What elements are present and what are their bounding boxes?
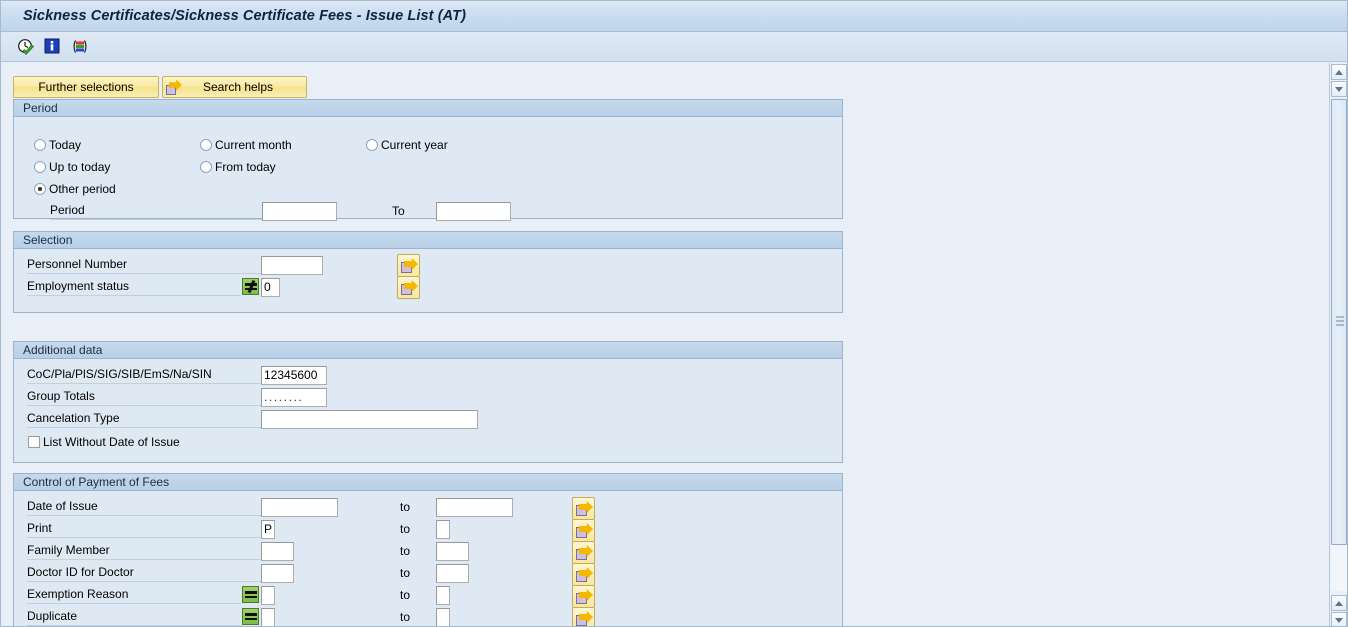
period-from-label: Period — [50, 202, 262, 220]
doctor-id-to-input[interactable] — [436, 564, 469, 583]
personnel-number-label: Personnel Number — [27, 256, 261, 274]
list-without-date-label: List Without Date of Issue — [43, 435, 180, 449]
family-member-valuehelp-button[interactable] — [572, 541, 595, 564]
personnel-number-input[interactable] — [261, 256, 323, 275]
radio-current-month-label: Current month — [215, 138, 292, 152]
print-from-input[interactable]: P — [261, 520, 275, 539]
employment-status-input[interactable]: 0 — [261, 278, 280, 297]
window-titlebar: Sickness Certificates/Sickness Certifica… — [1, 1, 1347, 32]
duplicate-from-input[interactable] — [261, 608, 275, 626]
coc-label: CoC/Pla/PlS/SIG/SIB/EmS/Na/SIN — [27, 366, 261, 384]
cancelation-type-input[interactable] — [261, 410, 478, 429]
group-totals-label: Group Totals — [27, 388, 261, 406]
employment-status-valuehelp-button[interactable] — [397, 276, 420, 299]
date-of-issue-valuehelp-button[interactable] — [572, 497, 595, 520]
coc-input[interactable]: 12345600 — [261, 366, 327, 385]
radio-current-month-circle[interactable] — [200, 139, 212, 151]
selection-screen-content: Period Today Current month Current year … — [1, 63, 1331, 626]
cancelation-type-label: Cancelation Type — [27, 410, 261, 428]
period-from-input[interactable] — [262, 202, 337, 221]
radio-other-period-circle[interactable] — [34, 183, 46, 195]
date-of-issue-from-input[interactable] — [261, 498, 338, 517]
exemption-reason-to-label: to — [400, 588, 411, 602]
info-icon[interactable] — [44, 38, 62, 56]
exemption-reason-operator-button[interactable] — [242, 586, 259, 603]
radio-current-month[interactable]: Current month — [200, 136, 292, 154]
group-totals-input[interactable]: ........ — [261, 388, 327, 407]
radio-up-to-today-circle[interactable] — [34, 161, 46, 173]
search-helps-button[interactable]: Search helps — [162, 76, 307, 98]
radio-from-today-circle[interactable] — [200, 161, 212, 173]
control-payment-group-title: Control of Payment of Fees — [14, 474, 842, 491]
date-of-issue-to-label: to — [400, 500, 411, 514]
vertical-scrollbar[interactable] — [1329, 63, 1347, 626]
selection-group: Selection Personnel Number Employment st… — [13, 231, 843, 313]
period-group-title: Period — [14, 100, 842, 117]
scrollbar-thumb[interactable] — [1331, 99, 1347, 545]
period-group: Period Today Current month Current year … — [13, 99, 843, 221]
window-title: Sickness Certificates/Sickness Certifica… — [23, 8, 467, 24]
further-selections-button[interactable]: Further selections — [13, 76, 159, 98]
family-member-from-input[interactable] — [261, 542, 294, 561]
radio-up-to-today-label: Up to today — [49, 160, 111, 174]
family-member-label: Family Member — [27, 542, 261, 560]
scroll-up-top-button[interactable] — [1330, 64, 1347, 80]
sap-window: Sickness Certificates/Sickness Certifica… — [0, 0, 1348, 627]
radio-today-circle[interactable] — [34, 139, 46, 151]
exemption-reason-label: Exemption Reason — [27, 586, 241, 604]
scroll-down-top-button[interactable] — [1330, 81, 1347, 97]
exemption-reason-to-input[interactable] — [436, 586, 450, 605]
family-member-to-input[interactable] — [436, 542, 469, 561]
duplicate-to-label: to — [400, 610, 411, 624]
doctor-id-to-label: to — [400, 566, 411, 580]
selection-group-title: Selection — [14, 232, 842, 249]
date-of-issue-to-input[interactable] — [436, 498, 513, 517]
period-to-label: To — [392, 204, 405, 218]
duplicate-to-input[interactable] — [436, 608, 450, 626]
personnel-number-valuehelp-button[interactable] — [397, 254, 420, 277]
exemption-reason-from-input[interactable] — [261, 586, 275, 605]
print-to-label: to — [400, 522, 411, 536]
doctor-id-from-input[interactable] — [261, 564, 294, 583]
print-to-input[interactable] — [436, 520, 450, 539]
radio-current-year-circle[interactable] — [366, 139, 378, 151]
variant-icon[interactable] — [71, 38, 89, 56]
additional-data-group: Additional data CoC/Pla/PlS/SIG/SIB/EmS/… — [13, 341, 843, 463]
radio-other-period[interactable]: Other period — [34, 180, 116, 198]
print-valuehelp-button[interactable] — [572, 519, 595, 542]
doctor-id-label: Doctor ID for Doctor — [27, 564, 261, 582]
application-toolbar: © www.tutorialkart.com — [1, 32, 1347, 92]
selection-button-row: Further selections Search helps — [13, 76, 307, 98]
duplicate-operator-button[interactable] — [242, 608, 259, 625]
period-to-input[interactable] — [436, 202, 511, 221]
employment-status-operator-button[interactable] — [242, 278, 259, 295]
scrollbar-grip-icon — [1336, 316, 1344, 328]
search-helps-label: Search helps — [202, 80, 274, 94]
control-payment-group: Control of Payment of Fees Date of Issue… — [13, 473, 843, 626]
duplicate-valuehelp-button[interactable] — [572, 607, 595, 626]
scrollbar-track[interactable] — [1331, 99, 1347, 591]
radio-current-year[interactable]: Current year — [366, 136, 448, 154]
family-member-to-label: to — [400, 544, 411, 558]
radio-today-label: Today — [49, 138, 82, 152]
employment-status-label: Employment status — [27, 278, 241, 296]
radio-current-year-label: Current year — [381, 138, 448, 152]
radio-from-today[interactable]: From today — [200, 158, 276, 176]
additional-data-group-title: Additional data — [14, 342, 842, 359]
radio-from-today-label: From today — [215, 160, 276, 174]
list-without-date-checkbox[interactable] — [28, 436, 40, 448]
list-without-date-checkbox-row[interactable]: List Without Date of Issue — [28, 434, 180, 450]
scroll-up-bottom-button[interactable] — [1331, 595, 1347, 611]
radio-other-period-label: Other period — [49, 182, 116, 196]
print-label: Print — [27, 520, 261, 538]
doctor-id-valuehelp-button[interactable] — [572, 563, 595, 586]
search-helps-arrow-icon — [166, 79, 182, 95]
date-of-issue-label: Date of Issue — [27, 498, 261, 516]
exemption-reason-valuehelp-button[interactable] — [572, 585, 595, 608]
radio-today[interactable]: Today — [34, 136, 81, 154]
scroll-down-bottom-button[interactable] — [1331, 612, 1347, 626]
radio-up-to-today[interactable]: Up to today — [34, 158, 110, 176]
duplicate-label: Duplicate — [27, 608, 241, 626]
execute-clock-icon[interactable] — [17, 38, 35, 56]
